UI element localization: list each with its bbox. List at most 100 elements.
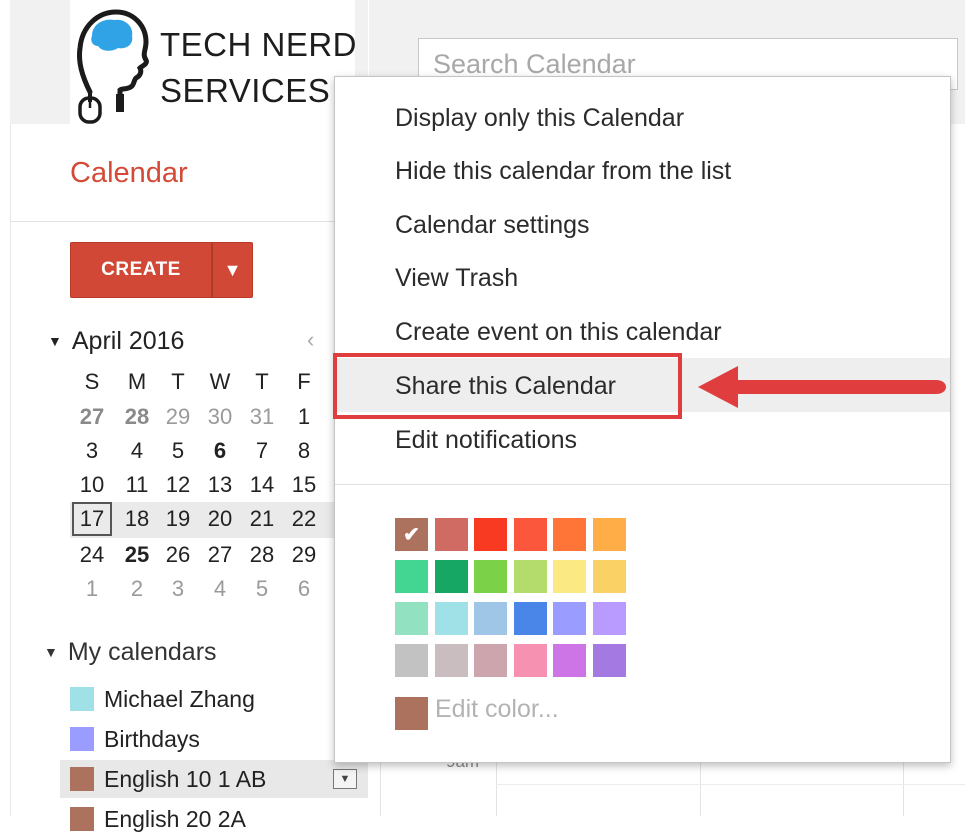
create-dropdown-button[interactable]: ▼ xyxy=(212,242,253,298)
color-swatch[interactable] xyxy=(592,602,626,635)
mini-calendar-day[interactable]: 12 xyxy=(158,468,198,502)
menu-item-view-trash[interactable]: View Trash xyxy=(395,260,518,296)
color-swatch[interactable] xyxy=(395,644,428,677)
menu-divider xyxy=(335,484,950,485)
mini-calendar-day[interactable]: 27 xyxy=(200,538,240,572)
today-indicator xyxy=(72,502,112,536)
logo-line-2: SERVICES xyxy=(160,72,331,109)
color-swatch[interactable] xyxy=(434,602,468,635)
mini-calendar-day[interactable]: 4 xyxy=(200,572,240,606)
mini-calendar-day[interactable]: 30 xyxy=(200,400,240,434)
color-swatch[interactable] xyxy=(434,560,468,593)
mini-calendar-day[interactable]: 14 xyxy=(242,468,282,502)
caret-down-icon: ▼ xyxy=(339,773,351,785)
calendar-item[interactable]: Birthdays xyxy=(60,720,368,758)
mini-calendar-day[interactable]: 5 xyxy=(242,572,282,606)
mini-calendar-day[interactable]: 31 xyxy=(242,400,282,434)
color-swatch[interactable] xyxy=(553,644,586,677)
mini-calendar-day[interactable]: 2 xyxy=(117,572,157,606)
color-swatch[interactable] xyxy=(395,602,428,635)
color-swatch[interactable] xyxy=(592,518,626,551)
mini-calendar-day[interactable]: 15 xyxy=(284,468,324,502)
mini-calendar-day[interactable]: 26 xyxy=(158,538,198,572)
color-swatch[interactable] xyxy=(395,560,428,593)
mini-calendar-day[interactable]: 21 xyxy=(242,502,282,536)
calendar-options-button[interactable]: ▼ xyxy=(333,769,357,789)
color-swatch[interactable] xyxy=(474,560,507,593)
collapse-triangle-icon: ▼ xyxy=(48,333,62,349)
checkmark-icon: ✔ xyxy=(403,524,420,546)
mini-calendar-day[interactable]: 6 xyxy=(284,572,324,606)
mini-calendar-day[interactable]: 3 xyxy=(72,434,112,468)
create-button[interactable]: CREATE xyxy=(70,242,212,298)
color-swatch[interactable] xyxy=(513,518,547,551)
calendar-context-menu: Display only this Calendar Hide this cal… xyxy=(334,76,951,763)
color-swatch[interactable] xyxy=(513,560,547,593)
mini-calendar-day[interactable]: 19 xyxy=(158,502,198,536)
color-swatch[interactable] xyxy=(474,602,507,635)
mini-calendar-day[interactable]: 28 xyxy=(242,538,282,572)
mini-calendar-day[interactable]: 10 xyxy=(72,468,112,502)
color-swatch[interactable] xyxy=(434,644,468,677)
color-swatch[interactable] xyxy=(592,560,626,593)
mini-calendar-day[interactable]: 24 xyxy=(72,538,112,572)
weekday-header: S xyxy=(84,369,100,394)
annotation-highlight-box xyxy=(333,353,682,419)
mini-calendar-day[interactable]: 7 xyxy=(242,434,282,468)
mini-calendar-day[interactable]: 13 xyxy=(200,468,240,502)
mini-calendar-day[interactable]: 22 xyxy=(284,502,324,536)
calendar-item[interactable]: English 20 2A xyxy=(60,800,368,838)
color-swatch[interactable] xyxy=(553,518,586,551)
mini-calendar-day[interactable]: 4 xyxy=(117,434,157,468)
calendar-name: English 20 2A xyxy=(104,805,246,832)
app-title[interactable]: Calendar xyxy=(70,157,188,190)
calendar-color-swatch xyxy=(70,767,94,791)
mini-calendar-day[interactable]: 8 xyxy=(284,434,324,468)
color-swatch[interactable]: ✔ xyxy=(395,518,428,551)
calendar-item[interactable]: Michael Zhang xyxy=(60,680,368,718)
color-swatch[interactable] xyxy=(474,518,507,551)
calendar-item[interactable]: English 10 1 AB xyxy=(60,760,368,798)
sidebar-divider xyxy=(10,221,368,222)
color-swatch[interactable] xyxy=(553,560,586,593)
logo-line-1: TECH NERD xyxy=(160,26,358,63)
mini-calendar-day[interactable]: 28 xyxy=(117,400,157,434)
mini-calendar-day[interactable]: 1 xyxy=(72,572,112,606)
calendar-color-swatch xyxy=(70,687,94,711)
my-calendars-label: My calendars xyxy=(67,638,217,666)
mini-calendar-day[interactable]: 1 xyxy=(284,400,324,434)
mini-calendar-month[interactable]: ▼ April 2016 xyxy=(48,327,184,356)
menu-item-hide-calendar[interactable]: Hide this calendar from the list xyxy=(395,153,731,189)
caret-down-icon: ▼ xyxy=(223,259,242,280)
custom-color-swatch[interactable] xyxy=(395,697,428,730)
color-swatch[interactable] xyxy=(592,644,626,677)
color-swatch[interactable] xyxy=(474,644,507,677)
menu-item-display-only[interactable]: Display only this Calendar xyxy=(395,100,684,136)
mini-calendar-day[interactable]: 29 xyxy=(284,538,324,572)
calendar-color-swatch xyxy=(70,727,94,751)
logo-text: TECH NERD SERVICES xyxy=(160,22,357,114)
mini-calendar-day[interactable]: 5 xyxy=(158,434,198,468)
mini-calendar-day[interactable]: 25 xyxy=(117,538,157,572)
calendar-name: English 10 1 AB xyxy=(104,765,267,792)
menu-item-create-event[interactable]: Create event on this calendar xyxy=(395,314,722,350)
mini-calendar-day[interactable]: 20 xyxy=(200,502,240,536)
grid-line xyxy=(496,784,965,785)
mini-calendar-day[interactable]: 27 xyxy=(72,400,112,434)
color-swatch[interactable] xyxy=(553,602,586,635)
mini-calendar-day[interactable]: 3 xyxy=(158,572,198,606)
edit-color-link[interactable]: Edit color... xyxy=(435,695,559,724)
mini-calendar-day[interactable]: 6 xyxy=(200,434,240,468)
menu-item-edit-notifications[interactable]: Edit notifications xyxy=(395,422,577,458)
my-calendars-header[interactable]: ▼ My calendars xyxy=(44,638,217,667)
calendar-color-swatch xyxy=(70,807,94,831)
mini-calendar-day[interactable]: 11 xyxy=(117,468,157,502)
collapse-triangle-icon: ▼ xyxy=(44,644,58,660)
color-swatch[interactable] xyxy=(513,644,547,677)
prev-month-icon[interactable]: ‹ xyxy=(307,327,314,353)
color-swatch[interactable] xyxy=(434,518,468,551)
mini-calendar-day[interactable]: 18 xyxy=(117,502,157,536)
mini-calendar-day[interactable]: 29 xyxy=(158,400,198,434)
menu-item-calendar-settings[interactable]: Calendar settings xyxy=(395,207,590,243)
color-swatch[interactable] xyxy=(513,602,547,635)
